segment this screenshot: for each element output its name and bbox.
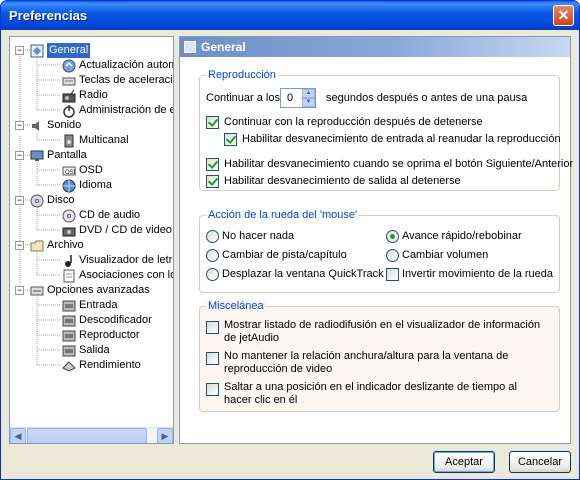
tree-item-label: Radio bbox=[79, 89, 108, 101]
spin-down-button[interactable]: ▼ bbox=[302, 98, 315, 107]
checkbox[interactable] bbox=[206, 116, 219, 129]
radio-quicktrack[interactable]: Desplazar la ventana QuickTrack bbox=[206, 268, 384, 281]
checkbox[interactable] bbox=[206, 321, 219, 334]
settings-panel: General Reproducción Continuar a los 0 ▲… bbox=[179, 36, 573, 444]
radio-no-hacer-nada[interactable]: No hacer nada bbox=[206, 230, 294, 243]
label-line: Saltar a una posición en el indicador de… bbox=[224, 381, 517, 393]
radio-avance-rapido[interactable]: Avance rápido/rebobinar bbox=[386, 230, 522, 243]
spin-up-button[interactable]: ▲ bbox=[302, 89, 315, 98]
continue-seconds-spinner[interactable]: 0 ▲ ▼ bbox=[280, 88, 316, 108]
checkbox-label: Habilitar desvanecimiento cuando se opri… bbox=[224, 158, 574, 170]
group-miscelanea: Miscelánea Mostrar listado de radiodifus… bbox=[199, 300, 560, 412]
tree-item-label: Entrada bbox=[79, 299, 118, 311]
label-line: No mantener la relación anchura/altura p… bbox=[224, 350, 509, 362]
scroll-left-button[interactable]: ◀ bbox=[10, 428, 26, 443]
radio-button[interactable] bbox=[206, 268, 219, 281]
preferences-window: Preferencias ✕ − General Actualización a… bbox=[0, 0, 580, 480]
general-icon bbox=[184, 41, 196, 53]
continue-seconds-value: 0 bbox=[287, 92, 294, 104]
radio-label: Cambiar de pista/capítulo bbox=[222, 249, 347, 261]
checkbox-label: Habilitar desvanecimiento de entrada al … bbox=[242, 133, 561, 145]
show-radio-list-checkbox[interactable]: Mostrar listado de radiodifusión en el v… bbox=[206, 319, 540, 345]
label-line: reproducción de video bbox=[224, 363, 333, 375]
radio-label: Desplazar la ventana QuickTrack bbox=[222, 268, 384, 280]
label-line: de jetAudio bbox=[224, 332, 280, 344]
group-rueda-mouse: Acción de la rueda del 'mouse' No hacer … bbox=[199, 209, 560, 293]
group-legend: Miscelánea bbox=[206, 300, 266, 312]
checkbox[interactable] bbox=[386, 268, 399, 281]
checkbox-label: Habilitar desvanecimiento de salida al d… bbox=[224, 175, 461, 187]
window-title: Preferencias bbox=[9, 8, 88, 23]
checkbox[interactable] bbox=[206, 352, 219, 365]
radio-button[interactable] bbox=[386, 249, 399, 262]
close-button[interactable]: ✕ bbox=[553, 5, 574, 26]
arrow-right-icon: ▶ bbox=[161, 431, 169, 441]
checkbox[interactable] bbox=[206, 383, 219, 396]
fade-in-resume-checkbox[interactable]: Habilitar desvanecimiento de entrada al … bbox=[224, 133, 561, 146]
tree-item-label: Rendimiento bbox=[79, 359, 141, 371]
title-bar[interactable]: Preferencias ✕ bbox=[1, 1, 579, 30]
radio-cambiar-volumen[interactable]: Cambiar volumen bbox=[386, 249, 488, 262]
radio-button[interactable] bbox=[206, 249, 219, 262]
accept-button[interactable]: Aceptar bbox=[433, 451, 495, 473]
continue-prefix-label: Continuar a los bbox=[206, 92, 280, 104]
tree-lines bbox=[19, 49, 61, 366]
checkbox-label: Saltar a una posición en el indicador de… bbox=[224, 381, 517, 407]
no-aspect-ratio-checkbox[interactable]: No mantener la relación anchura/altura p… bbox=[206, 350, 508, 376]
radio-label: No hacer nada bbox=[222, 230, 295, 242]
tree-item-label: Visualizador de letra bbox=[79, 254, 174, 266]
panel-title: General bbox=[201, 40, 246, 54]
seek-on-click-checkbox[interactable]: Saltar a una posición en el indicador de… bbox=[206, 381, 517, 407]
group-reproduccion: Reproducción Continuar a los 0 ▲ ▼ segun… bbox=[199, 69, 573, 191]
tree-item-label: Asociaciones con los tip bbox=[79, 269, 173, 281]
tree-item-label: DVD / CD de video bbox=[79, 224, 172, 236]
radio-label: Avance rápido/rebobinar bbox=[402, 230, 522, 242]
continue-suffix-label: segundos después o antes de una pausa bbox=[326, 92, 528, 104]
cancel-button[interactable]: Cancelar bbox=[509, 451, 571, 473]
radio-cambiar-pista[interactable]: Cambiar de pista/capítulo bbox=[206, 249, 347, 262]
checkbox-label: Invertir movimiento de la rueda bbox=[402, 268, 554, 280]
group-legend: Acción de la rueda del 'mouse' bbox=[206, 209, 360, 221]
arrow-left-icon: ◀ bbox=[14, 431, 22, 441]
fade-next-prev-checkbox[interactable]: Habilitar desvanecimiento cuando se opri… bbox=[206, 158, 573, 171]
checkbox-label: Continuar con la reproducción después de… bbox=[224, 116, 483, 128]
tree-item-label: Administración de ener bbox=[79, 104, 173, 116]
tree-item-label: CD de audio bbox=[79, 209, 141, 221]
checkbox-label: Mostrar listado de radiodifusión en el v… bbox=[224, 319, 540, 345]
radio-button[interactable] bbox=[206, 230, 219, 243]
checkbox[interactable] bbox=[206, 158, 219, 171]
label-line: Mostrar listado de radiodifusión en el v… bbox=[224, 319, 541, 331]
fade-out-stop-checkbox[interactable]: Habilitar desvanecimiento de salida al d… bbox=[206, 175, 461, 188]
close-icon: ✕ bbox=[557, 7, 570, 23]
panel-header: General bbox=[180, 37, 570, 57]
category-tree[interactable]: − General Actualización automátic Teclas… bbox=[9, 36, 174, 444]
tree-item-label: Actualización automátic bbox=[79, 59, 173, 71]
checkbox[interactable] bbox=[224, 133, 237, 146]
tree-horizontal-scrollbar[interactable]: ◀ ▶ bbox=[10, 427, 173, 443]
tree-item-label: Idioma bbox=[79, 179, 113, 191]
tree-item-label: OSD bbox=[79, 164, 103, 176]
continue-after-stop-checkbox[interactable]: Continuar con la reproducción después de… bbox=[206, 116, 483, 129]
label-line: hacer clic en él bbox=[224, 394, 298, 406]
checkbox-label: No mantener la relación anchura/altura p… bbox=[224, 350, 508, 376]
tree-item-label: Teclas de aceleración bbox=[79, 74, 173, 86]
tree-item-label: Multicanal bbox=[79, 134, 129, 146]
tree-item-label: Salida bbox=[79, 344, 110, 356]
tree-item-label: Descodificador bbox=[79, 314, 152, 326]
radio-label: Cambiar volumen bbox=[402, 249, 489, 261]
radio-button[interactable] bbox=[386, 230, 399, 243]
group-legend: Reproducción bbox=[206, 69, 278, 81]
checkbox[interactable] bbox=[206, 175, 219, 188]
tree-item-label: Reproductor bbox=[79, 329, 140, 341]
scroll-right-button[interactable]: ▶ bbox=[157, 428, 173, 443]
invert-wheel-checkbox[interactable]: Invertir movimiento de la rueda bbox=[386, 268, 553, 281]
scroll-thumb[interactable] bbox=[27, 428, 147, 443]
